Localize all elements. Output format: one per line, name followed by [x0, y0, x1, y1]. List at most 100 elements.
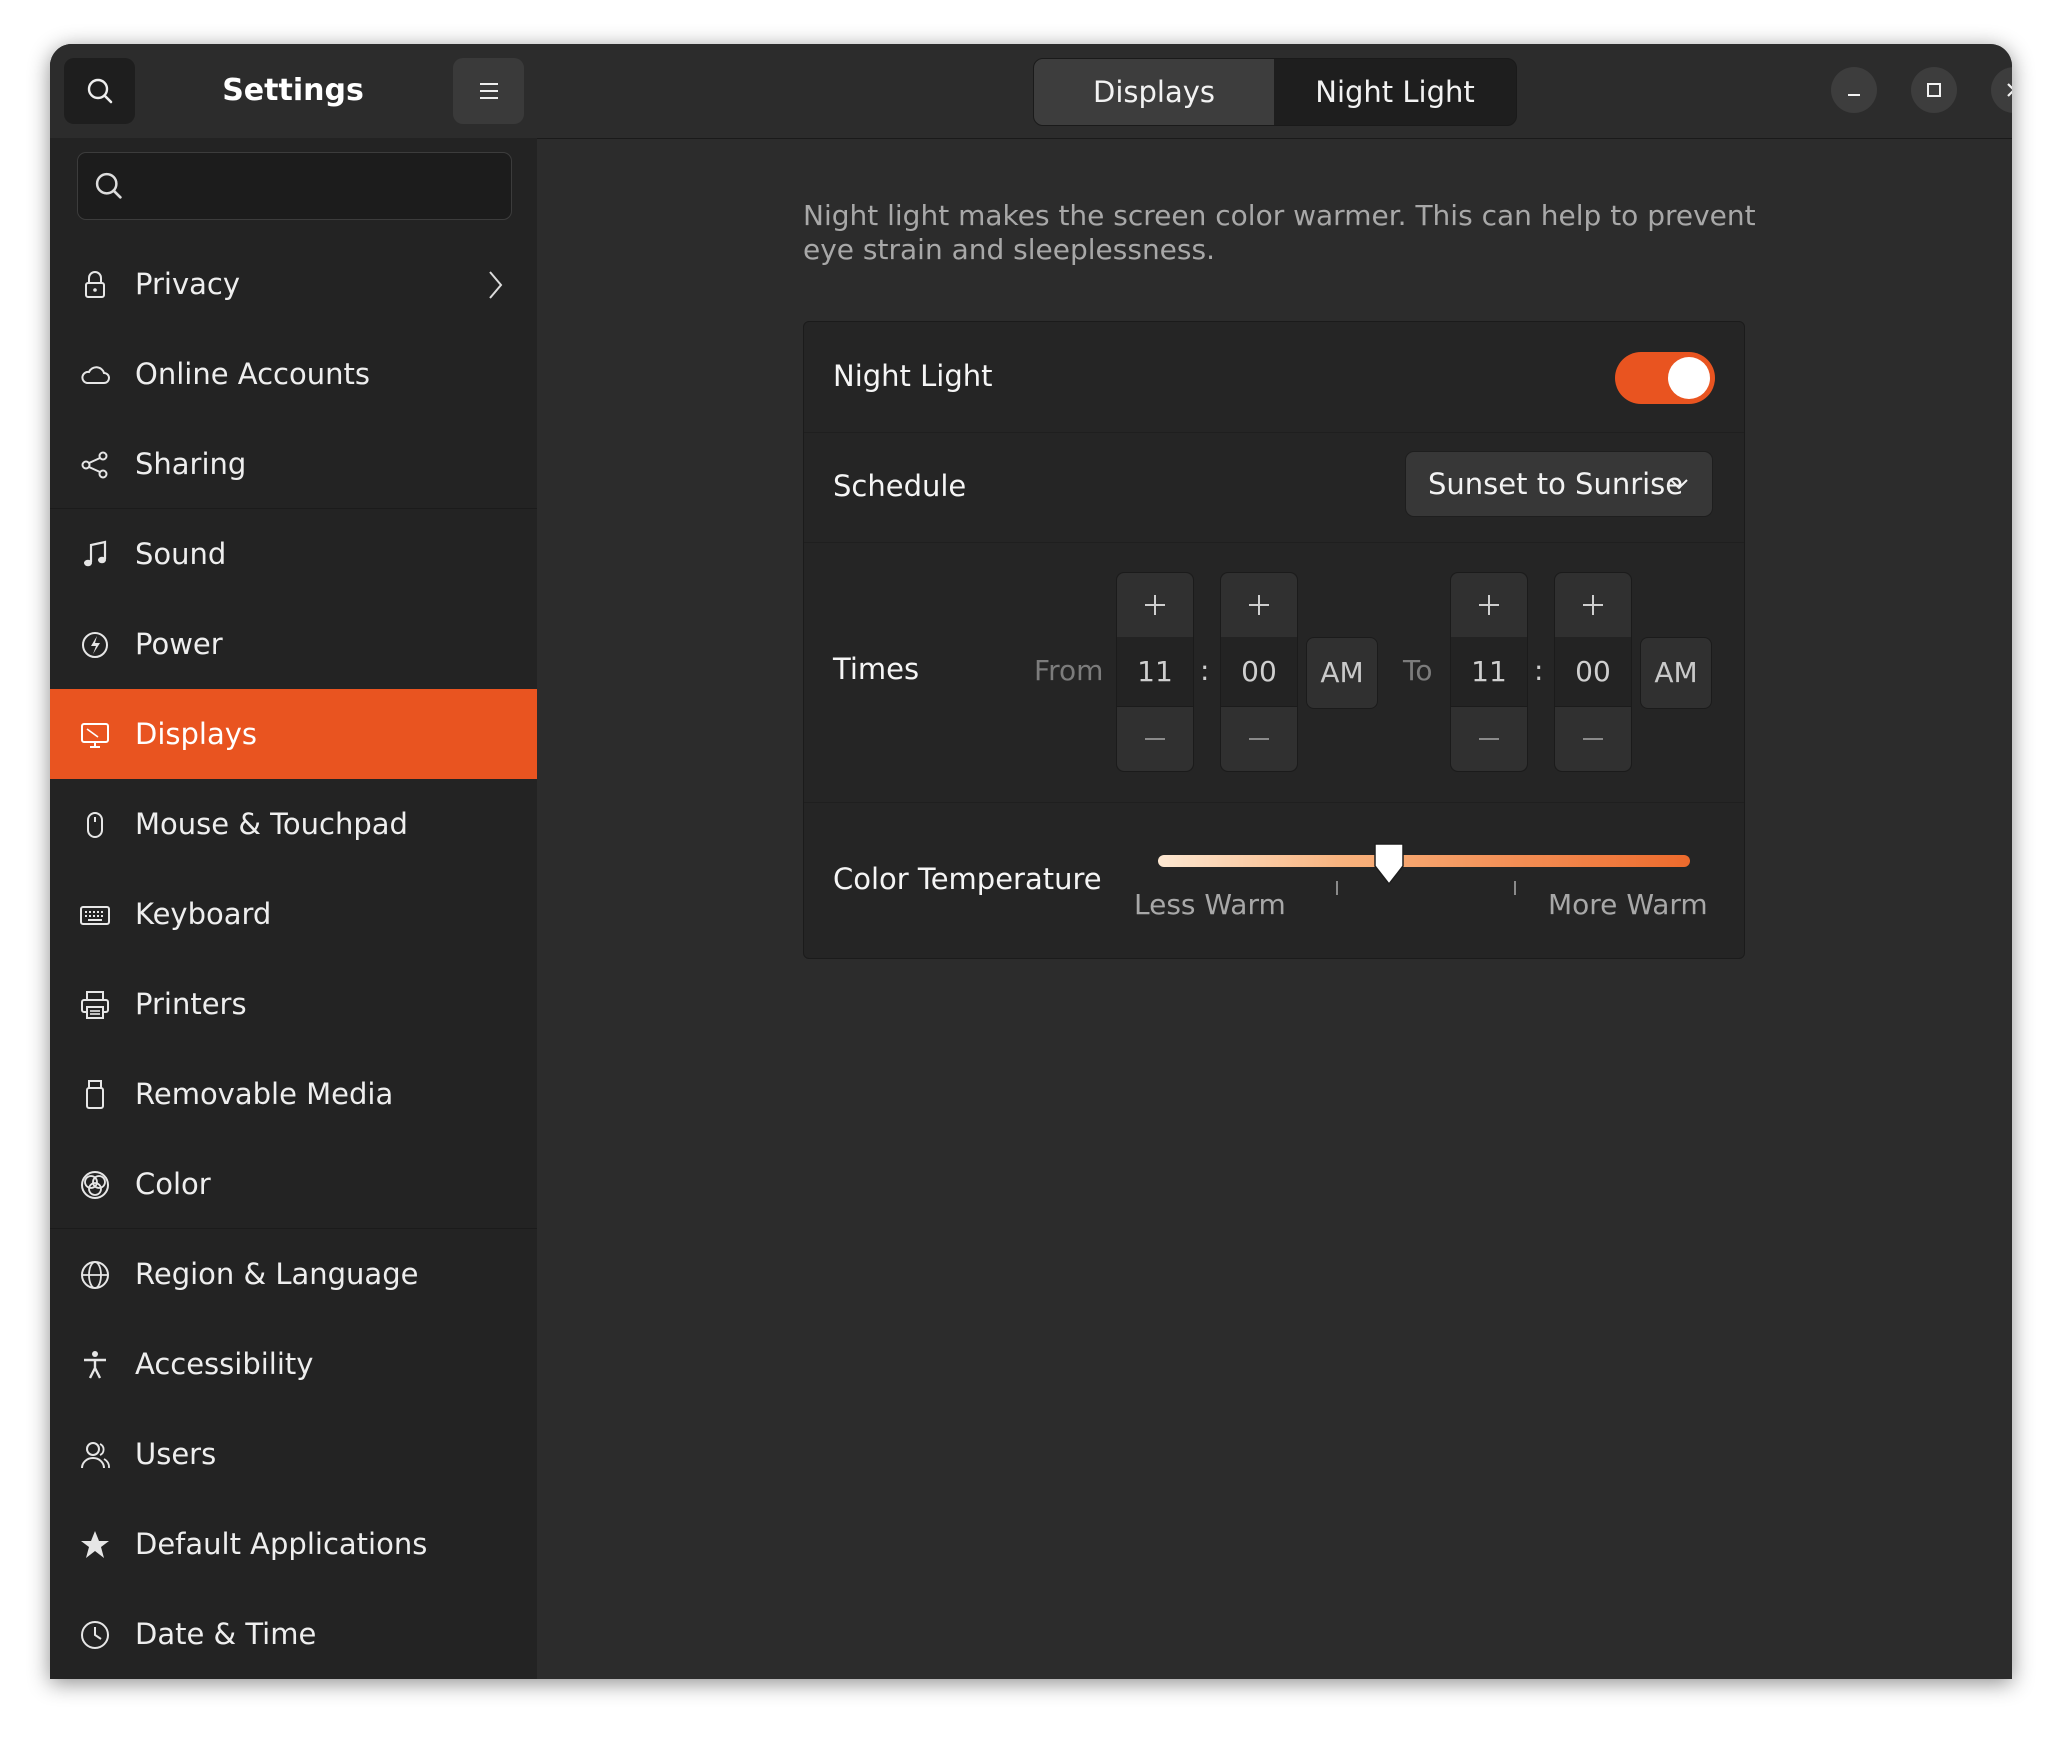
sidebar-item-sharing[interactable]: Sharing [50, 419, 537, 509]
schedule-dropdown[interactable]: Sunset to Sunrise [1405, 451, 1713, 517]
from-hours-value[interactable]: 11 [1117, 637, 1193, 707]
from-am-pm-button[interactable]: AM [1306, 637, 1378, 709]
hamburger-icon [479, 83, 498, 99]
chevron-down-icon [1670, 479, 1688, 490]
night-light-settings-card: Night Light Schedule Sunset to Sunrise T… [803, 321, 1745, 959]
accessibility-icon [84, 1351, 106, 1379]
sidebar-item-color[interactable]: Color [50, 1139, 537, 1229]
sidebar-item-displays[interactable]: Displays [50, 689, 537, 779]
sidebar-item-online-accounts[interactable]: Online Accounts [50, 329, 537, 419]
menu-button[interactable] [453, 58, 524, 124]
keyboard-icon [80, 906, 110, 925]
from-hours-decrement[interactable] [1117, 706, 1193, 771]
sidebar-item-label: Sound [135, 537, 227, 571]
sidebar-item-removable-media[interactable]: Removable Media [50, 1049, 537, 1139]
sidebar-item-label: Date & Time [135, 1617, 317, 1651]
plus-icon [1479, 595, 1499, 615]
from-hours-spinner: 11 [1116, 572, 1194, 772]
to-label: To [1403, 654, 1433, 687]
minimize-button[interactable] [1831, 67, 1877, 113]
switch-knob [1668, 357, 1710, 399]
sidebar-item-label: Sharing [135, 447, 247, 481]
night-light-switch[interactable] [1615, 352, 1715, 404]
power-icon [82, 632, 108, 658]
night-light-label: Night Light [833, 359, 993, 393]
sidebar-item-mouse-touchpad[interactable]: Mouse & Touchpad [50, 779, 537, 869]
color-temperature-slider[interactable] [1158, 855, 1690, 867]
to-minutes-increment[interactable] [1555, 573, 1631, 638]
sidebar-item-date-time[interactable]: Date & Time [50, 1589, 537, 1679]
sidebar-item-label: Displays [135, 717, 258, 751]
search-icon [95, 172, 122, 199]
to-minutes-spinner: 00 [1554, 572, 1632, 772]
from-minutes-spinner: 00 [1220, 572, 1298, 772]
from-minutes-decrement[interactable] [1221, 706, 1297, 771]
minus-icon [1479, 738, 1499, 740]
color-temperature-row: Color Temperature Less Warm More Warm [804, 802, 1744, 958]
to-hours-value[interactable]: 11 [1451, 637, 1527, 707]
time-separator: : [1200, 654, 1210, 687]
sidebar-item-users[interactable]: Users [50, 1409, 537, 1499]
schedule-row: Schedule Sunset to Sunrise [804, 432, 1744, 543]
close-button[interactable] [1991, 67, 2012, 113]
plus-icon [1249, 595, 1269, 615]
tab-night-light[interactable]: Night Light [1274, 59, 1516, 125]
less-warm-label: Less Warm [1134, 888, 1286, 921]
from-minutes-value[interactable]: 00 [1221, 637, 1297, 707]
night-light-row: Night Light [804, 322, 1744, 433]
sidebar-item-accessibility[interactable]: Accessibility [50, 1319, 537, 1409]
slider-tick-mark [1336, 881, 1338, 895]
from-minutes-increment[interactable] [1221, 573, 1297, 638]
maximize-button[interactable] [1911, 67, 1957, 113]
sidebar-item-keyboard[interactable]: Keyboard [50, 869, 537, 959]
to-minutes-value[interactable]: 00 [1555, 637, 1631, 707]
sidebar-item-label: Mouse & Touchpad [135, 807, 408, 841]
sidebar-item-region-language[interactable]: Region & Language [50, 1229, 537, 1319]
slider-tick-mark [1514, 881, 1516, 895]
sidebar-item-power[interactable]: Power [50, 599, 537, 689]
close-icon [2007, 83, 2012, 97]
plus-icon [1145, 595, 1165, 615]
sidebar-item-privacy[interactable]: Privacy [50, 239, 537, 329]
to-hours-decrement[interactable] [1451, 706, 1527, 771]
lock-icon [85, 271, 105, 298]
maximize-icon [1927, 83, 1941, 97]
times-label: Times [833, 652, 920, 686]
tab-displays[interactable]: Displays [1034, 59, 1274, 125]
minimize-icon [1848, 94, 1860, 96]
slider-handle[interactable] [1371, 840, 1407, 888]
sidebar-item-label: Default Applications [135, 1527, 428, 1561]
minus-icon [1583, 738, 1603, 740]
chevron-right-icon [489, 271, 503, 299]
cloud-icon [81, 366, 110, 384]
sidebar-item-label: Keyboard [135, 897, 272, 931]
to-minutes-decrement[interactable] [1555, 706, 1631, 771]
mouse-icon [87, 812, 103, 838]
usb-drive-icon [86, 1080, 104, 1109]
schedule-label: Schedule [833, 469, 967, 503]
sidebar-list: Privacy Online Accounts Sharing Sound Po… [50, 239, 537, 1679]
from-label: From [1034, 654, 1104, 687]
night-light-page: Night light makes the screen color warme… [537, 139, 2012, 1679]
app-title: Settings [222, 73, 364, 108]
printer-icon [81, 991, 109, 1019]
time-separator: : [1534, 654, 1544, 687]
sidebar-search[interactable] [77, 152, 512, 221]
header-bar: Displays Night Light [537, 44, 2012, 139]
sidebar-item-sound[interactable]: Sound [50, 509, 537, 599]
plus-icon [1583, 595, 1603, 615]
schedule-value: Sunset to Sunrise [1428, 467, 1684, 501]
to-am-pm-button[interactable]: AM [1640, 637, 1712, 709]
more-warm-label: More Warm [1548, 888, 1708, 921]
to-hours-increment[interactable] [1451, 573, 1527, 638]
times-row: Times From 11 : 00 AM To 11: 00 AM [804, 542, 1744, 803]
search-toggle-button[interactable] [64, 58, 135, 124]
music-note-icon [84, 540, 107, 567]
from-hours-increment[interactable] [1117, 573, 1193, 638]
sidebar-item-label: Users [135, 1437, 217, 1471]
search-input[interactable] [136, 153, 500, 221]
sidebar-item-printers[interactable]: Printers [50, 959, 537, 1049]
sidebar-item-label: Online Accounts [135, 357, 370, 391]
share-icon [81, 451, 108, 479]
sidebar-item-default-applications[interactable]: Default Applications [50, 1499, 537, 1589]
